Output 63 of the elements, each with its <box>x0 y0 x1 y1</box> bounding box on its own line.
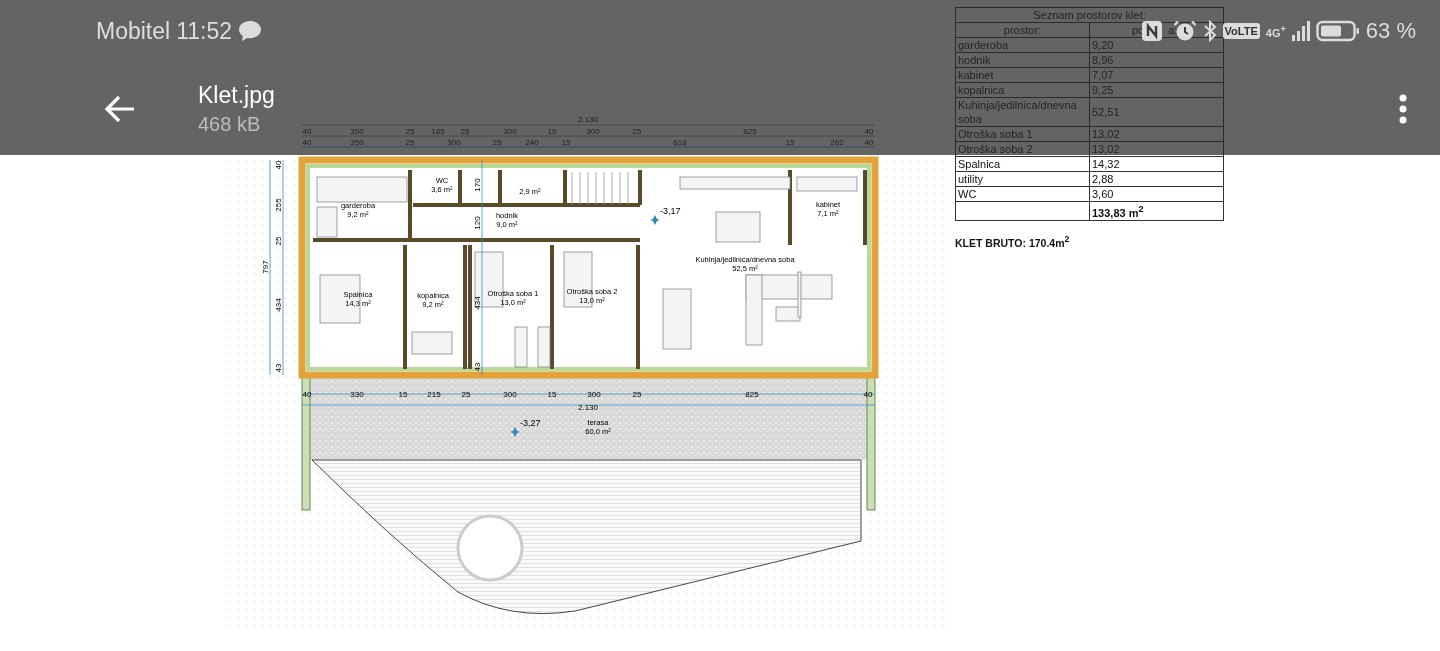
dimension-label: 434 <box>473 296 482 310</box>
level-label: -3,27 <box>520 418 541 428</box>
dimension-label: 40 <box>863 390 873 399</box>
table-cell: 3,60 <box>1089 186 1224 202</box>
dimension-label: 300 <box>503 390 517 399</box>
dimension-label: 240 <box>525 138 539 147</box>
column-header: prostor: <box>1003 24 1042 36</box>
volte-badge: VoLTE <box>1222 23 1260 39</box>
dimension-label: 797 <box>261 260 270 274</box>
dimension-label: 170 <box>473 178 482 192</box>
dimension-label: 300 <box>587 390 601 399</box>
level-marker-icon <box>650 215 660 225</box>
gross-area-text: KLET BRUTO: 170.4m$^{2}$ <box>955 233 1071 249</box>
dimension-label: 15 <box>785 138 795 147</box>
dimension-label: 215 <box>427 390 441 399</box>
carrier-name: Mobitel <box>96 17 171 45</box>
bluetooth-icon <box>1202 20 1217 42</box>
dimension-label: 40 <box>302 127 312 136</box>
dimension-label: 255 <box>274 198 283 212</box>
dimension-label: 25 <box>461 390 471 399</box>
dimension-label: 15 <box>547 390 557 399</box>
dimension-label: 25 <box>405 138 415 147</box>
level-marker-icon <box>510 427 520 437</box>
dimension-label: 825 <box>745 390 759 399</box>
dimension-label: 120 <box>473 216 482 230</box>
dimension-label: 2.130 <box>578 403 598 412</box>
dimension-label: 15 <box>561 138 571 147</box>
table-cell: utility <box>955 171 1090 187</box>
dimension-label: 40 <box>864 127 874 136</box>
column-header: a: <box>1168 24 1178 36</box>
dimension-label: 25 <box>632 127 642 136</box>
dimension-label: 25 <box>274 236 283 246</box>
dimension-label: 25 <box>460 127 470 136</box>
dimension-label: 40 <box>302 138 312 147</box>
table-cell: 2,88 <box>1089 171 1224 187</box>
battery-percentage: 63 % <box>1365 18 1416 44</box>
clock-time: 11:52 <box>176 17 232 45</box>
dimension-label: 43 <box>274 363 283 373</box>
level-label: -3,17 <box>660 206 681 216</box>
network-type-label: 4G$^{+}$ <box>1265 23 1286 39</box>
battery-icon <box>1315 20 1360 42</box>
dimension-label: 15 <box>398 390 408 399</box>
dimension-label: 330 <box>350 390 364 399</box>
dimension-label: 15 <box>547 127 557 136</box>
dimension-label: 434 <box>274 298 283 312</box>
dimension-label: 25 <box>405 127 415 136</box>
dimension-label: 40 <box>302 390 312 399</box>
total-area: 133,83 m$^{2}$ <box>1089 201 1224 221</box>
nfc-icon <box>1140 20 1163 42</box>
file-size: 468 kB <box>198 112 262 136</box>
chat-bubble-icon <box>238 20 262 42</box>
table-cell: 14,32 <box>1089 156 1224 172</box>
dimension-label: 25 <box>632 390 642 399</box>
back-button[interactable] <box>104 94 136 123</box>
dimension-label: 40 <box>864 138 874 147</box>
table-cell: Spalnica <box>955 156 1090 172</box>
dimension-label: 185 <box>431 127 445 136</box>
file-name: Klet.jpg <box>198 81 275 109</box>
dimension-label: 43 <box>473 362 482 372</box>
dimension-label: 40 <box>274 160 283 170</box>
dimension-label: 25 <box>492 138 502 147</box>
table-cell: WC <box>955 186 1090 202</box>
signal-strength-icon <box>1291 21 1310 41</box>
